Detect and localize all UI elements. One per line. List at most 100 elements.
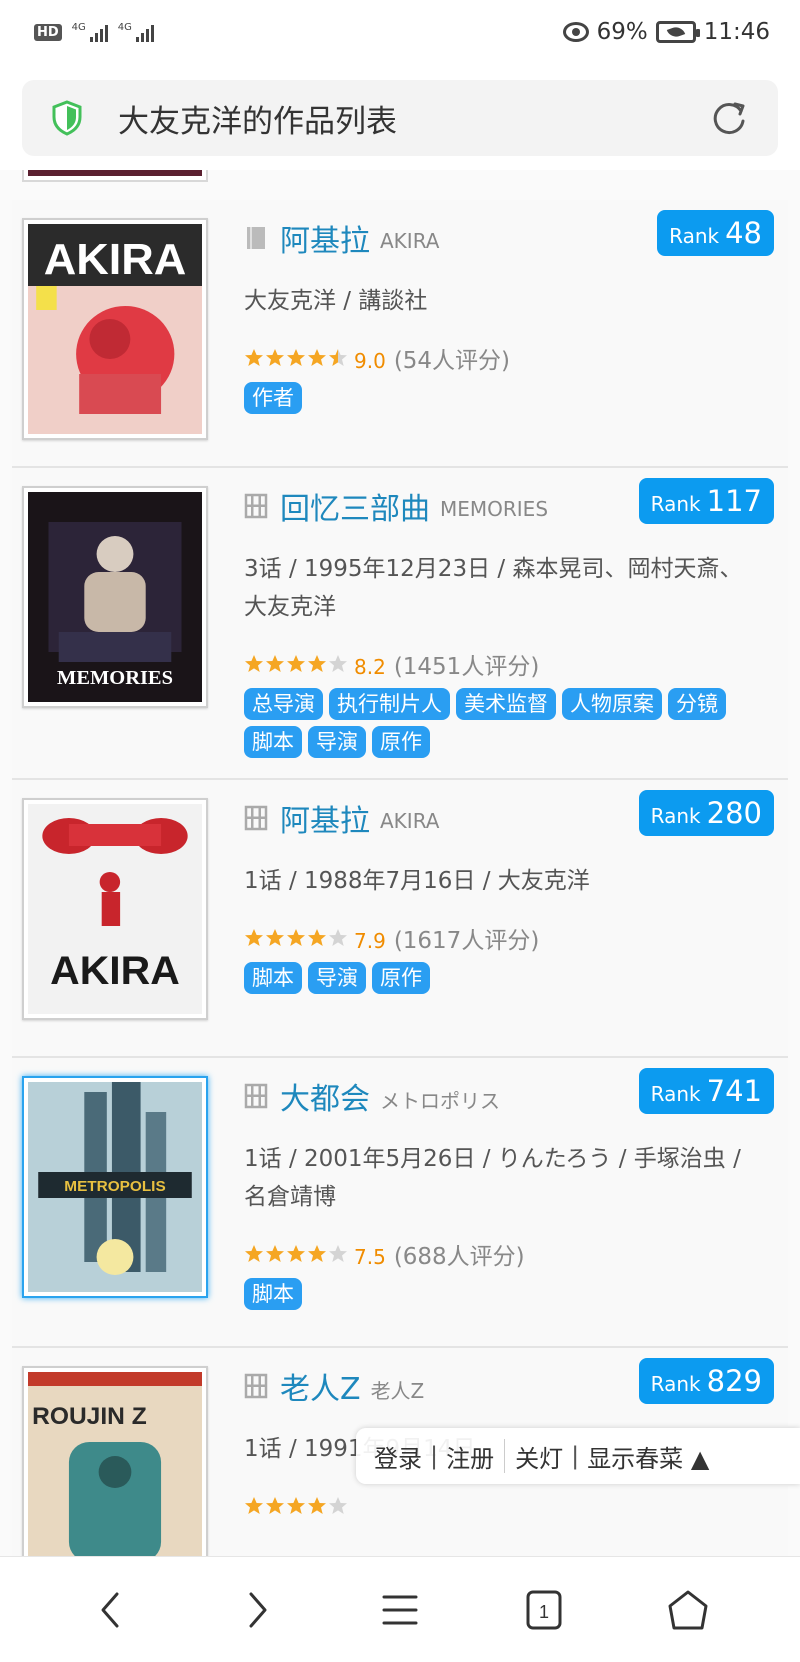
cover-art: AKIRA	[28, 804, 202, 1014]
login-link[interactable]: 登录	[374, 1439, 422, 1474]
refresh-icon[interactable]	[710, 99, 748, 137]
score: 7.5	[354, 1245, 386, 1269]
cover-image[interactable]: MEMORIES	[22, 486, 208, 708]
star-icon	[287, 655, 305, 672]
film-icon	[244, 1373, 268, 1399]
forward-button[interactable]	[226, 1580, 286, 1640]
shield-icon	[52, 100, 82, 136]
star-icon	[266, 929, 284, 946]
star-rating	[244, 928, 348, 948]
role-tag[interactable]: 导演	[308, 726, 366, 758]
works-list: AKIRA 阿基拉 AKIRA 大友克洋 / 講談社 9.0 (54人评分) 作…	[0, 170, 800, 1556]
previous-item-cover[interactable]	[22, 170, 208, 182]
item-title[interactable]: 回忆三部曲	[280, 484, 430, 528]
rank-badge: Rank 48	[657, 210, 774, 256]
home-button[interactable]	[658, 1580, 718, 1640]
signal-icon: 4G	[72, 22, 108, 42]
rating: 9.0 (54人评分)	[244, 342, 788, 374]
menu-button[interactable]	[370, 1580, 430, 1640]
item-title[interactable]: 老人Z	[280, 1364, 361, 1408]
star-icon	[266, 1245, 284, 1262]
role-tag[interactable]: 美术监督	[456, 688, 556, 720]
register-link[interactable]: 注册	[446, 1439, 494, 1474]
vote-count: (688人评分)	[393, 1244, 525, 1270]
role-tag[interactable]: 导演	[308, 962, 366, 994]
rating: 7.9 (1617人评分)	[244, 922, 788, 954]
item-meta: 1话 / 1988年7月16日 / 大友克洋	[244, 868, 590, 894]
cover-image[interactable]: AKIRA	[22, 798, 208, 1020]
role-tag[interactable]: 人物原案	[562, 688, 662, 720]
list-item[interactable]: AKIRA 阿基拉 AKIRA 大友克洋 / 講談社 9.0 (54人评分) 作…	[12, 200, 788, 468]
role-tag[interactable]: 原作	[372, 962, 430, 994]
role-tag[interactable]: 执行制片人	[329, 688, 450, 720]
film-icon	[244, 805, 268, 831]
separator: |	[430, 1442, 439, 1470]
star-rating	[244, 1496, 348, 1516]
list-item[interactable]: METROPOLIS 大都会 メトロポリス 1话 / 2001年5月26日 / …	[12, 1058, 788, 1348]
floating-action-bar: 登录 | 注册 关灯 | 显示春菜 ▲	[356, 1428, 800, 1484]
battery-percent: 69%	[596, 19, 648, 45]
score: 9.0	[354, 349, 386, 373]
battery-icon	[655, 21, 700, 43]
item-title[interactable]: 大都会	[280, 1074, 370, 1118]
lights-off-link[interactable]: 关灯	[515, 1439, 563, 1474]
cover-title: METROPOLIS	[64, 1178, 165, 1195]
cover-art: METROPOLIS	[28, 1082, 202, 1292]
star-icon	[266, 655, 284, 672]
bottom-nav: 1	[0, 1556, 800, 1662]
menu-icon	[382, 1595, 418, 1624]
cover-image[interactable]: ROUJIN Z	[22, 1366, 208, 1556]
address-bar[interactable]: 大友克洋的作品列表	[22, 80, 778, 156]
star-icon	[308, 1497, 326, 1514]
star-icon	[245, 929, 263, 946]
rating: 7.5 (688人评分)	[244, 1238, 788, 1270]
item-title[interactable]: 阿基拉	[280, 796, 370, 840]
cover-image[interactable]: AKIRA	[22, 218, 208, 440]
item-info: 回忆三部曲 MEMORIES 3话 / 1995年12月23日 / 森本晃司、岡…	[244, 484, 788, 758]
item-subtitle: AKIRA	[380, 809, 440, 833]
role-tag[interactable]: 脚本	[244, 962, 302, 994]
star-icon	[329, 1497, 347, 1514]
cover-image[interactable]: METROPOLIS	[22, 1076, 208, 1298]
role-tag[interactable]: 原作	[372, 726, 430, 758]
role-tag[interactable]: 脚本	[244, 726, 302, 758]
item-meta: 大友克洋 / 講談社	[244, 288, 428, 314]
list-item[interactable]: MEMORIES 回忆三部曲 MEMORIES 3话 / 1995年12月23日…	[12, 468, 788, 780]
star-icon	[329, 655, 347, 672]
page-title: 大友克洋的作品列表	[118, 103, 397, 140]
tabs-button[interactable]: 1	[514, 1580, 574, 1640]
tab-count: 1	[539, 1602, 549, 1622]
role-tag[interactable]: 脚本	[244, 1278, 302, 1310]
star-icon	[329, 1245, 347, 1262]
star-icon	[308, 1245, 326, 1262]
role-tag[interactable]: 分镜	[668, 688, 726, 720]
clock: 11:46	[703, 19, 770, 45]
role-tags: 总导演 执行制片人 美术监督 人物原案 分镜 脚本 导演 原作	[244, 688, 744, 758]
rating: 8.2 (1451人评分)	[244, 648, 788, 680]
star-icon	[287, 1497, 305, 1514]
list-item[interactable]: AKIRA 阿基拉 AKIRA 1话 / 1988年7月16日 / 大友克洋 7…	[12, 780, 788, 1058]
star-icon	[245, 1497, 263, 1514]
role-tag[interactable]: 作者	[244, 382, 302, 414]
star-rating	[244, 654, 348, 674]
star-icon	[266, 1497, 284, 1514]
vote-count: (1451人评分)	[393, 654, 540, 680]
cover-title: AKIRA	[50, 947, 180, 992]
item-title[interactable]: 阿基拉	[280, 216, 370, 260]
star-rating	[244, 348, 348, 368]
star-icon	[287, 929, 305, 946]
rank-badge: Rank 741	[638, 1068, 774, 1114]
star-icon	[329, 349, 347, 366]
film-icon	[244, 1083, 268, 1109]
show-mascot-link[interactable]: 显示春菜 ▲	[587, 1439, 709, 1474]
back-button[interactable]	[82, 1580, 142, 1640]
star-icon	[308, 349, 326, 366]
star-icon	[287, 349, 305, 366]
role-tag[interactable]: 总导演	[244, 688, 323, 720]
vote-count: (1617人评分)	[393, 928, 540, 954]
score: 7.9	[354, 929, 386, 953]
rating	[244, 1490, 788, 1522]
status-left: HD 4G 4G	[34, 22, 154, 42]
item-subtitle: 老人Z	[370, 1378, 425, 1403]
star-icon	[308, 929, 326, 946]
